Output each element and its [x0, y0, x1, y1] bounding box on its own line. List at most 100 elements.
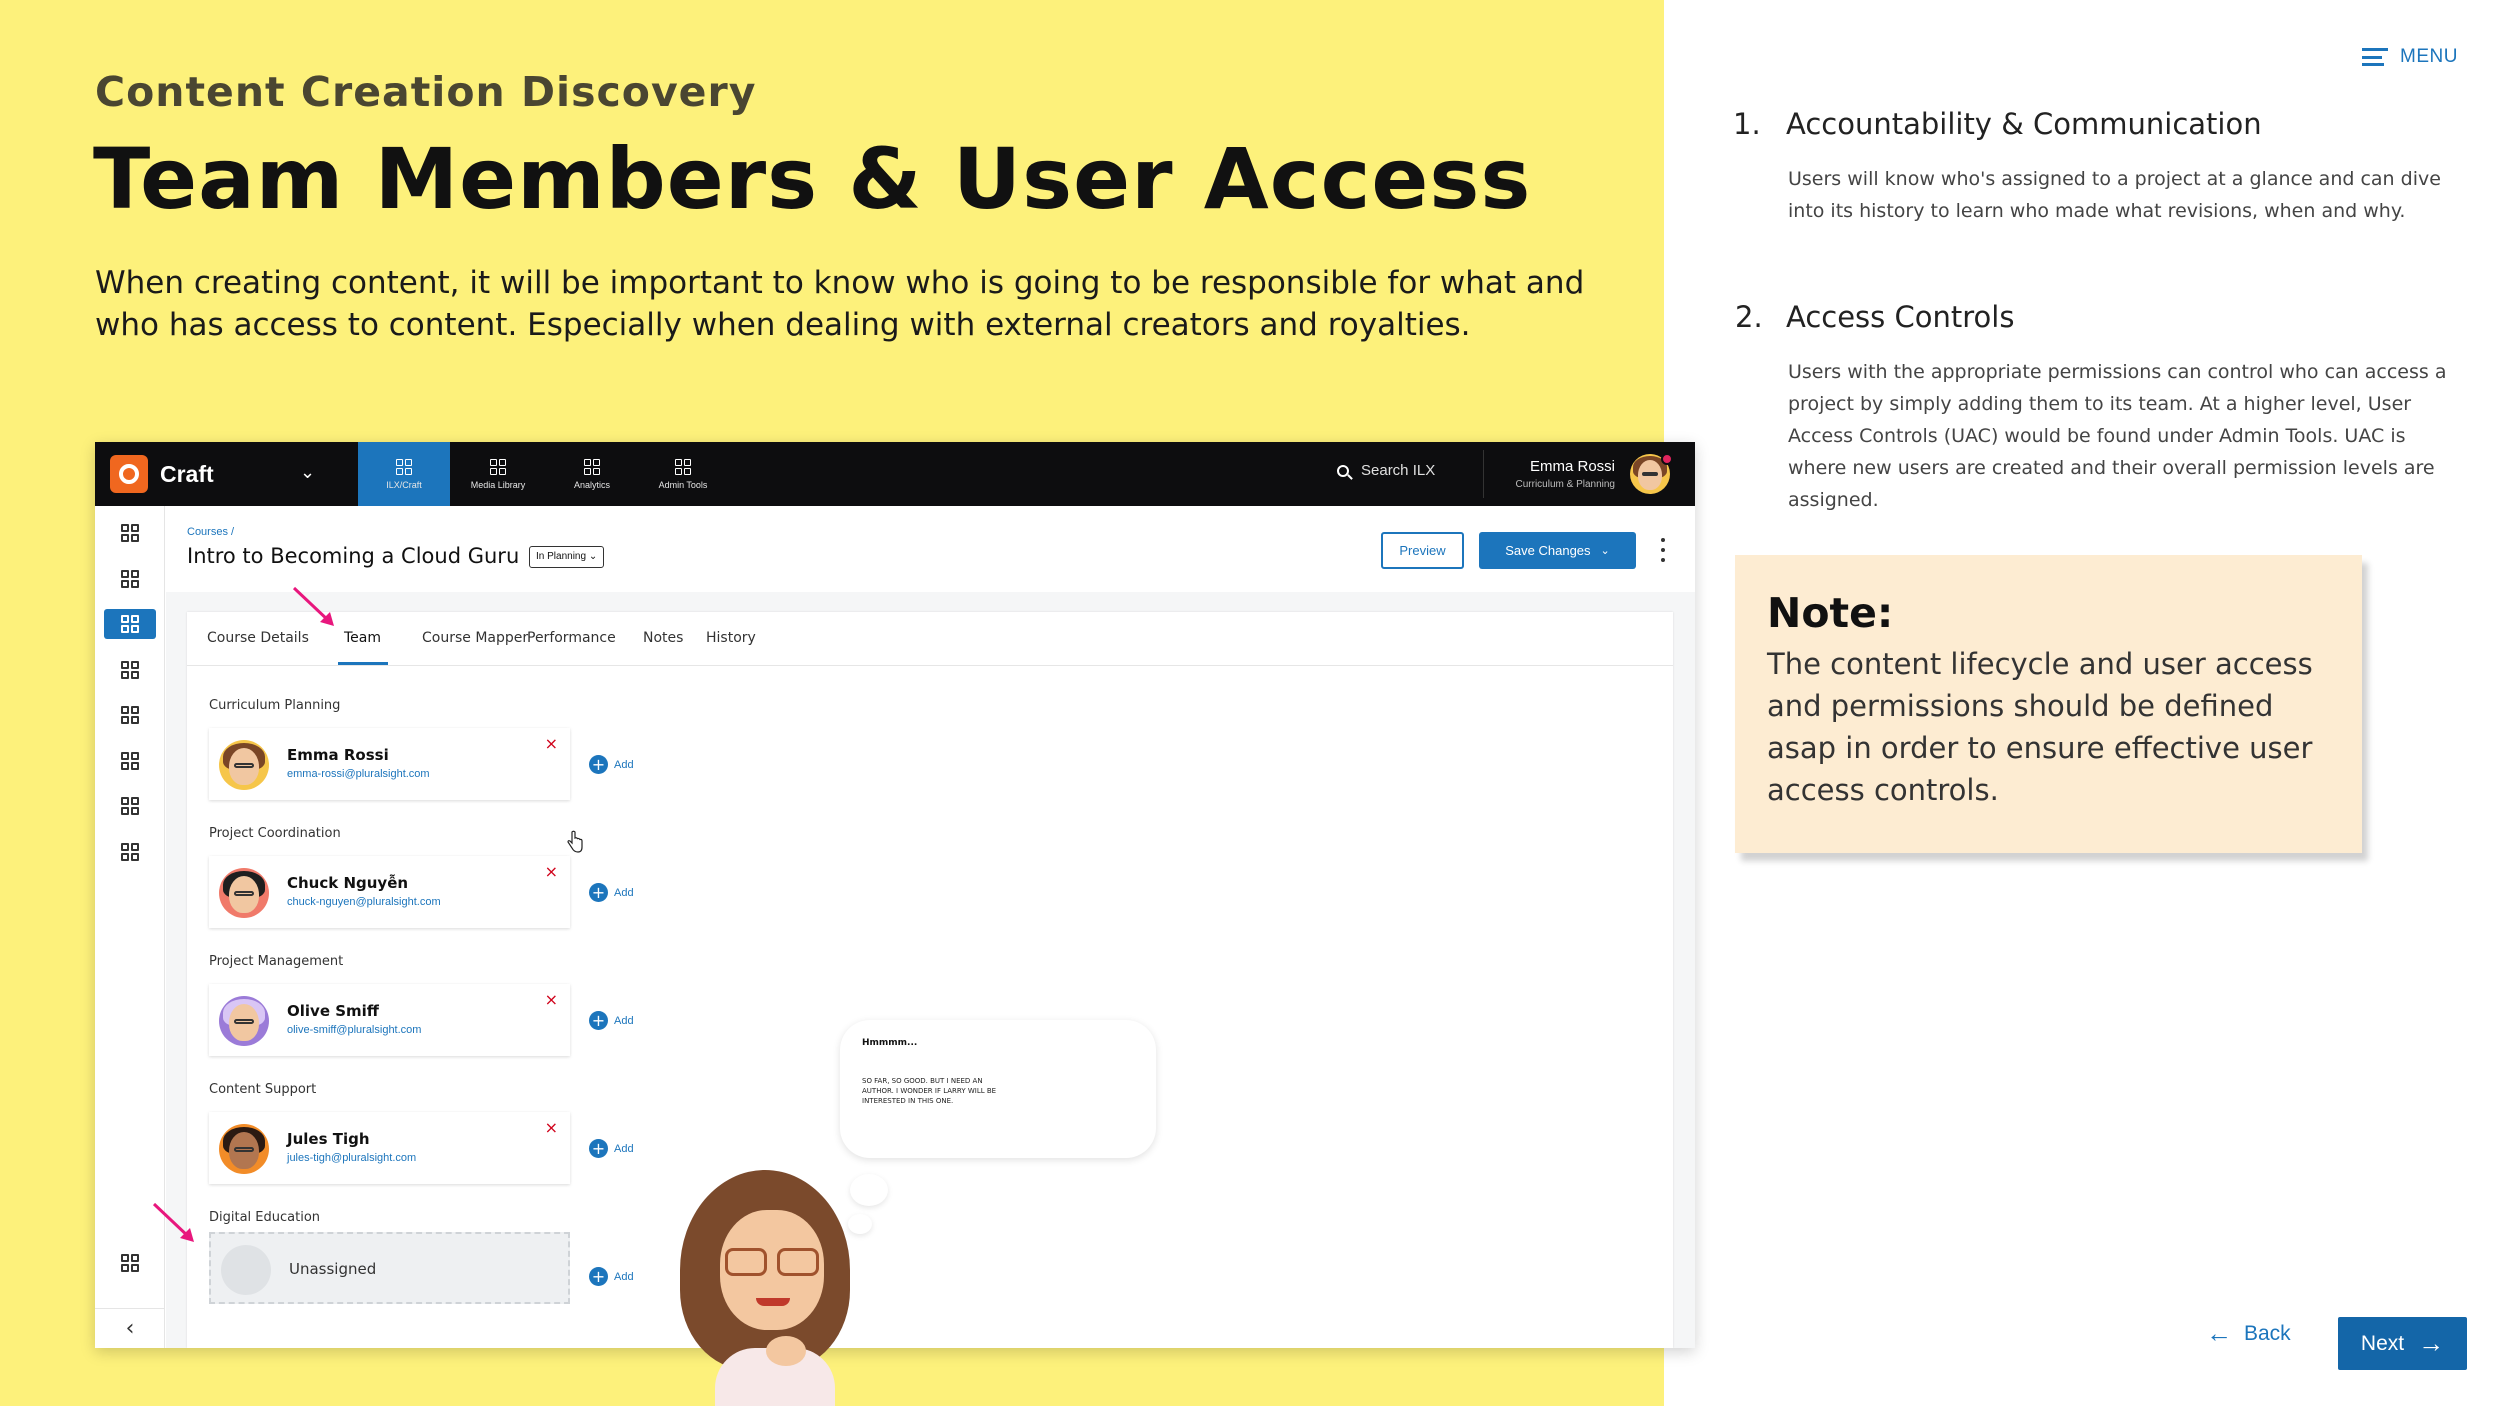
- next-button[interactable]: Next →: [2338, 1317, 2467, 1370]
- sidebar-item-2[interactable]: [104, 564, 156, 594]
- search-label: Search ILX: [1361, 462, 1436, 479]
- sidebar-item-6[interactable]: [104, 746, 156, 776]
- active-tab-indicator: [338, 662, 388, 665]
- point-number: 1.: [1733, 107, 1761, 141]
- intro-text: When creating content, it will be import…: [95, 265, 1585, 343]
- remove-icon[interactable]: ×: [545, 734, 558, 753]
- tab-team[interactable]: Team: [344, 630, 381, 646]
- sidebar-item-1[interactable]: [104, 518, 156, 548]
- member-card: Olive Smiff olive-smiff@pluralsight.com …: [209, 984, 570, 1056]
- point-number: 2.: [1735, 300, 1763, 334]
- bubble-text: So far, so good. But I need an Author. I…: [862, 1077, 997, 1105]
- arrow-left-icon: ←: [2206, 1318, 2232, 1348]
- menu-button[interactable]: MENU: [2362, 46, 2458, 68]
- craft-logo-icon: [110, 455, 148, 493]
- member-email[interactable]: jules-tigh@pluralsight.com: [287, 1152, 416, 1164]
- avatar: [219, 740, 269, 790]
- sidebar-item-7[interactable]: [104, 791, 156, 821]
- add-member-button[interactable]: + Add: [589, 1139, 634, 1158]
- add-member-button[interactable]: + Add: [589, 1267, 634, 1286]
- breadcrumb[interactable]: Courses /: [187, 526, 234, 538]
- sidebar-item-3[interactable]: [104, 609, 156, 639]
- nav-label: ILX/Craft: [386, 479, 422, 490]
- user-name: Emma Rossi: [1529, 458, 1615, 475]
- chevron-left-icon[interactable]: ‹: [95, 1308, 165, 1348]
- save-changes-button[interactable]: Save Changes ⌄: [1479, 532, 1636, 569]
- top-bar: Craft ⌄ ILX/Craft Media Library Analytic…: [95, 442, 1695, 506]
- sidebar-item-5[interactable]: [104, 700, 156, 730]
- nav-label: Analytics: [573, 479, 610, 490]
- chevron-down-icon: ⌄: [1600, 545, 1610, 557]
- tab-notes[interactable]: Notes: [643, 630, 683, 646]
- member-email[interactable]: emma-rossi@pluralsight.com: [287, 768, 430, 780]
- section-label: Digital Education: [209, 1210, 321, 1225]
- tab-course-mapper[interactable]: Course Mapper: [422, 630, 528, 646]
- point-body: Users with the appropriate permissions c…: [1788, 361, 2447, 511]
- search-icon: [1337, 464, 1349, 477]
- pink-arrow-icon: [292, 586, 334, 626]
- remove-icon[interactable]: ×: [545, 862, 558, 881]
- course-card: Course Details Team Course Mapper Perfor…: [187, 612, 1673, 1348]
- member-email[interactable]: olive-smiff@pluralsight.com: [287, 1024, 421, 1036]
- eyebrow: Content Creation Discovery: [95, 68, 757, 116]
- save-label: Save Changes: [1505, 543, 1591, 558]
- chevron-down-icon: ⌄: [588, 551, 598, 562]
- back-button[interactable]: ← Back: [2206, 1318, 2291, 1349]
- chevron-down-icon[interactable]: ⌄: [300, 462, 315, 483]
- nav-analytics[interactable]: Analytics: [546, 442, 638, 506]
- member-name: Chuck Nguyễn: [287, 874, 409, 892]
- more-options-icon[interactable]: [1659, 538, 1667, 562]
- member-email[interactable]: chuck-nguyen@pluralsight.com: [287, 896, 441, 908]
- grid-icon: [121, 706, 139, 724]
- grid-icon: [121, 797, 139, 815]
- add-member-button[interactable]: + Add: [589, 1011, 634, 1030]
- nav-admin-tools[interactable]: Admin Tools: [637, 442, 729, 506]
- brand[interactable]: Craft: [110, 455, 214, 493]
- grid-icon: [396, 458, 412, 475]
- member-card: Emma Rossi emma-rossi@pluralsight.com ×: [209, 728, 570, 800]
- plus-icon: +: [589, 1011, 608, 1030]
- nav-ilx-craft[interactable]: ILX/Craft: [358, 442, 450, 506]
- plus-icon: +: [589, 1139, 608, 1158]
- add-label: Add: [614, 1142, 634, 1155]
- brand-name: Craft: [160, 460, 214, 487]
- section-label: Project Coordination: [209, 826, 341, 841]
- avatar: [219, 1124, 269, 1174]
- add-label: Add: [614, 758, 634, 771]
- plus-icon: +: [589, 1267, 608, 1286]
- add-member-button[interactable]: + Add: [589, 883, 634, 902]
- remove-icon[interactable]: ×: [545, 990, 558, 1009]
- sidebar-item-4[interactable]: [104, 655, 156, 685]
- add-label: Add: [614, 886, 634, 899]
- tab-bar: Course Details Team Course Mapper Perfor…: [187, 612, 1673, 666]
- note-card: Note: The content lifecycle and user acc…: [1735, 555, 2362, 853]
- member-card: Jules Tigh jules-tigh@pluralsight.com ×: [209, 1112, 570, 1184]
- tab-history[interactable]: History: [706, 630, 756, 646]
- point-title: Accountability & Communication: [1786, 107, 2262, 141]
- add-member-button[interactable]: + Add: [589, 755, 634, 774]
- point-body: Users will know who's assigned to a proj…: [1788, 168, 2441, 222]
- sidebar-item-9[interactable]: [104, 1248, 156, 1278]
- grid-icon: [121, 1254, 139, 1272]
- grid-icon: [121, 615, 139, 633]
- grid-icon: [121, 661, 139, 679]
- unassigned-slot[interactable]: Unassigned: [209, 1232, 570, 1304]
- avatar: [219, 996, 269, 1046]
- tab-course-details[interactable]: Course Details: [207, 630, 309, 646]
- sidebar-item-8[interactable]: [104, 837, 156, 867]
- remove-icon[interactable]: ×: [545, 1118, 558, 1137]
- preview-button[interactable]: Preview: [1381, 532, 1464, 569]
- thought-bubble: Hmmmm... So far, so good. But I need an …: [840, 1020, 1156, 1158]
- avatar-placeholder: [221, 1245, 271, 1295]
- arrow-right-icon: →: [2418, 1328, 2445, 1358]
- status-dropdown[interactable]: In Planning ⌄: [529, 546, 605, 568]
- tab-performance[interactable]: Performance: [527, 630, 616, 646]
- bubble-title: Hmmmm...: [862, 1038, 918, 1048]
- nav-media-library[interactable]: Media Library: [452, 442, 544, 506]
- grid-icon: [584, 458, 600, 475]
- search-button[interactable]: Search ILX: [1337, 462, 1435, 479]
- note-body: The content lifecycle and user access an…: [1767, 647, 2313, 807]
- unassigned-label: Unassigned: [289, 1260, 377, 1278]
- grid-icon: [490, 458, 506, 475]
- add-label: Add: [614, 1014, 634, 1027]
